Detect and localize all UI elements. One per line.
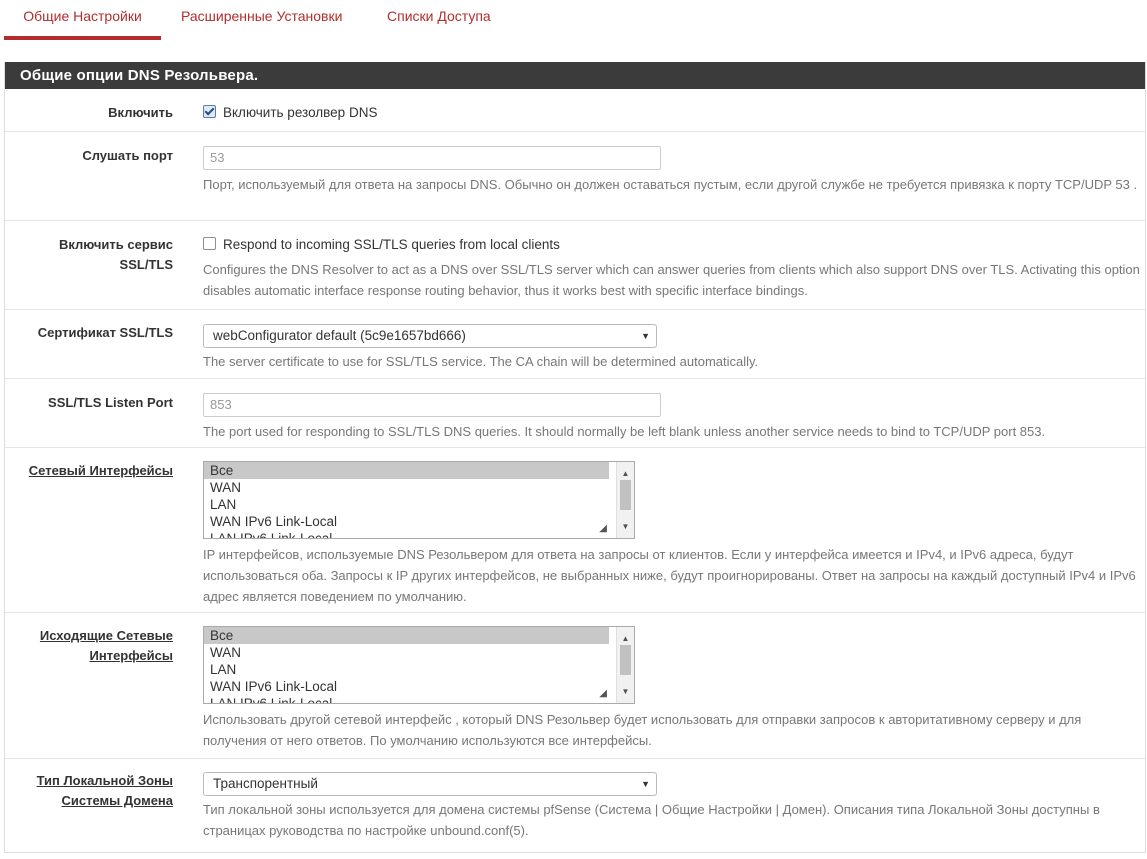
certificate-select[interactable]: webConfigurator default (5c9e1657bd666) … <box>203 324 657 348</box>
certificate-help: The server certificate to use for SSL/TL… <box>203 354 759 369</box>
panel-title: Общие опции DNS Резольвера. <box>5 62 1145 89</box>
network-interfaces-help: IP интерфейсов, используемые DNS Резольв… <box>203 547 1136 604</box>
list-item[interactable]: LAN IPv6 Link-Local <box>204 530 634 538</box>
enable-checkbox-label[interactable]: Включить резолвер DNS <box>223 105 377 120</box>
list-item[interactable]: LAN <box>204 496 634 513</box>
row-enable: Включить Включить резолвер DNS <box>5 89 1145 132</box>
resize-grip-icon[interactable]: ◢ <box>599 685 607 702</box>
list-item[interactable]: Все <box>204 462 609 479</box>
local-zone-type-label-line1[interactable]: Тип Локальной Зоны <box>5 771 173 791</box>
tab-general-settings[interactable]: Общие Настройки <box>4 0 161 42</box>
row-ssl-tls: Включить сервис SSL/TLS Respond to incom… <box>5 221 1145 310</box>
enable-checkbox-line: Включить резолвер DNS <box>203 103 377 123</box>
outgoing-interfaces-label[interactable]: Исходящие Сетевые Интерфейсы <box>5 626 173 666</box>
certificate-label: Сертификат SSL/TLS <box>37 325 173 340</box>
ssl-tls-checkbox-line: Respond to incoming SSL/TLS queries from… <box>203 235 560 255</box>
enable-checkbox[interactable] <box>203 105 216 118</box>
list-item[interactable]: WAN IPv6 Link-Local <box>204 678 634 695</box>
local-zone-type-label[interactable]: Тип Локальной Зоны Системы Домена <box>5 771 173 811</box>
list-item[interactable]: WAN <box>204 479 634 496</box>
scrollbar[interactable]: ▲ ▼ <box>616 627 634 703</box>
ssl-tls-label: Включить сервис SSL/TLS <box>5 235 173 275</box>
listen-port-input[interactable]: 53 <box>203 146 661 170</box>
list-item[interactable]: WAN <box>204 644 634 661</box>
row-local-zone-type: Тип Локальной Зоны Системы Домена Трансп… <box>5 759 1145 859</box>
tls-listen-port-input[interactable]: 853 <box>203 393 661 417</box>
listen-port-help: Порт, используемый для ответа на запросы… <box>203 177 1138 192</box>
outgoing-interfaces-help: Использовать другой сетевой интерфейс , … <box>203 712 1082 748</box>
network-interfaces-list[interactable]: Все WAN LAN WAN IPv6 Link-Local LAN IPv6… <box>203 461 635 539</box>
certificate-select-value: webConfigurator default (5c9e1657bd666) <box>213 328 466 343</box>
chevron-down-icon: ▼ <box>641 331 650 341</box>
list-item[interactable]: LAN IPv6 Link-Local <box>204 695 634 703</box>
ssl-tls-label-line1: Включить сервис <box>58 237 173 252</box>
scrollbar-thumb[interactable] <box>620 480 631 510</box>
local-zone-type-select[interactable]: Транспорентный ▼ <box>203 772 657 796</box>
local-zone-type-label-line2[interactable]: Системы Домена <box>5 791 173 811</box>
outgoing-interfaces-label-line2[interactable]: Интерфейсы <box>5 646 174 666</box>
row-certificate: Сертификат SSL/TLS webConfigurator defau… <box>5 310 1145 379</box>
tab-access-lists[interactable]: Списки Доступа <box>387 0 491 42</box>
outgoing-interfaces-label-line1[interactable]: Исходящие Сетевые <box>5 626 173 646</box>
local-zone-type-help: Тип локальной зоны используется для доме… <box>203 802 1100 838</box>
chevron-down-icon: ▼ <box>641 779 650 789</box>
ssl-tls-checkbox-label[interactable]: Respond to incoming SSL/TLS queries from… <box>223 237 560 252</box>
ssl-tls-help: Configures the DNS Resolver to act as a … <box>203 262 1140 298</box>
ssl-tls-checkbox[interactable] <box>203 237 216 250</box>
tls-listen-port-label: SSL/TLS Listen Port <box>48 395 173 410</box>
enable-label: Включить <box>108 105 173 120</box>
scrollbar-thumb[interactable] <box>620 645 631 675</box>
list-item[interactable]: LAN <box>204 661 634 678</box>
resize-grip-icon[interactable]: ◢ <box>599 520 607 537</box>
tls-listen-port-help: The port used for responding to SSL/TLS … <box>203 424 1046 439</box>
scroll-down-icon[interactable]: ▼ <box>617 683 634 700</box>
settings-panel: Общие опции DNS Резольвера. Включить Вкл… <box>4 62 1146 853</box>
network-interfaces-label[interactable]: Сетевый Интерфейсы <box>5 461 173 481</box>
row-listen-port: Слушать порт 53 Порт, используемый для о… <box>5 132 1145 221</box>
scroll-down-icon[interactable]: ▼ <box>617 518 634 535</box>
list-item[interactable]: WAN IPv6 Link-Local <box>204 513 634 530</box>
scrollbar[interactable]: ▲ ▼ <box>616 462 634 538</box>
ssl-tls-label-line2: SSL/TLS <box>119 257 173 272</box>
tab-bar: Общие Настройки Расширенные Установки Сп… <box>0 0 1147 42</box>
row-tls-listen-port: SSL/TLS Listen Port 853 The port used fo… <box>5 379 1145 448</box>
local-zone-type-select-value: Транспорентный <box>213 776 318 791</box>
row-outgoing-interfaces: Исходящие Сетевые Интерфейсы Все WAN LAN… <box>5 613 1145 759</box>
tab-advanced-settings[interactable]: Расширенные Установки <box>181 0 342 42</box>
row-network-interfaces: Сетевый Интерфейсы Все WAN LAN WAN IPv6 … <box>5 448 1145 613</box>
outgoing-interfaces-list[interactable]: Все WAN LAN WAN IPv6 Link-Local LAN IPv6… <box>203 626 635 704</box>
list-item[interactable]: Все <box>204 627 609 644</box>
listen-port-label: Слушать порт <box>82 148 173 163</box>
